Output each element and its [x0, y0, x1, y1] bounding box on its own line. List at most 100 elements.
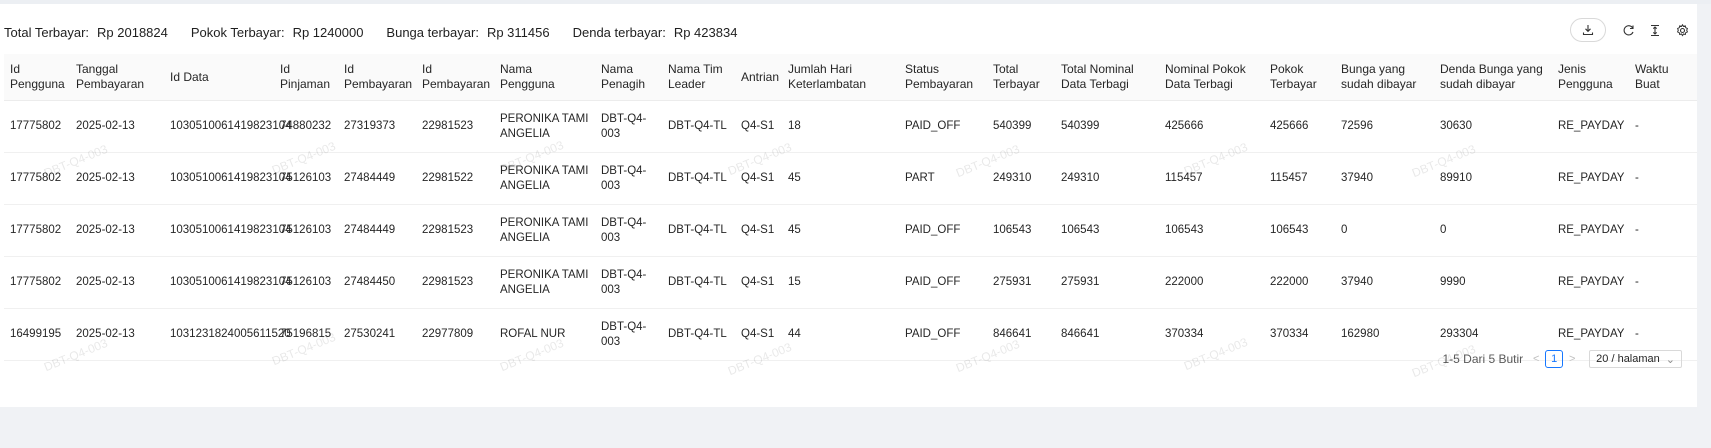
table-cell: PERONIKA TAMI ANGELIA	[494, 256, 595, 309]
table-cell: 37940	[1335, 256, 1434, 309]
column-header: Nominal Pokok Data Terbagi	[1159, 54, 1264, 101]
table-cell: 17775802	[4, 204, 70, 257]
table-cell: 370334	[1159, 308, 1264, 361]
table-cell: 2025-02-13	[70, 308, 164, 361]
table-cell: 0	[1335, 204, 1434, 257]
column-height-icon[interactable]	[1648, 23, 1662, 37]
table-cell: ROFAL NUR	[494, 308, 595, 361]
settings-icon[interactable]	[1675, 23, 1689, 37]
table-cell: 540399	[1055, 100, 1159, 153]
table-cell: 115457	[1264, 152, 1335, 205]
column-header: Antrian	[735, 54, 782, 101]
table-cell: 75126103	[274, 204, 338, 257]
table-cell: 249310	[987, 152, 1055, 205]
page-size-select[interactable]: 20 / halaman ⌄	[1589, 350, 1682, 368]
column-header: Id Data	[164, 54, 274, 101]
table-cell: 17775802	[4, 256, 70, 309]
table-cell: 106543	[987, 204, 1055, 257]
table-cell: DBT-Q4-TL	[662, 204, 735, 257]
table-cell: 222000	[1264, 256, 1335, 309]
table-cell: 22981522	[416, 152, 494, 205]
table-cell: 15	[782, 256, 899, 309]
pagination: 1-5 Dari 5 Butir < 1 > 20 / halaman ⌄	[1442, 348, 1682, 370]
table-cell: 275931	[987, 256, 1055, 309]
table-cell: 16499195	[4, 308, 70, 361]
table-cell: RE_PAYDAY	[1552, 204, 1629, 257]
table-cell: 370334	[1264, 308, 1335, 361]
table-cell: PAID_OFF	[899, 256, 987, 309]
table-cell: Q4-S1	[735, 204, 782, 257]
table-cell: 72596	[1335, 100, 1434, 153]
column-header: Nama Penagih	[595, 54, 662, 101]
table-cell: 75126103	[274, 256, 338, 309]
column-header: Denda Bunga yang sudah dibayar	[1434, 54, 1552, 101]
table-cell: 106543	[1264, 204, 1335, 257]
pagination-prev[interactable]: <	[1529, 353, 1543, 365]
table-cell: -	[1629, 100, 1697, 153]
table-cell: 37940	[1335, 152, 1434, 205]
column-header: Bunga yang sudah dibayar	[1335, 54, 1434, 101]
table-cell: 1030510061419823104	[164, 152, 292, 205]
table-cell: 106543	[1159, 204, 1264, 257]
table-cell: 27484450	[338, 256, 416, 309]
table-cell: 22981523	[416, 204, 494, 257]
table-cell: DBT-Q4-003	[595, 308, 662, 361]
summary-principal: Pokok Terbayar: Rp 1240000	[190, 24, 364, 40]
table-cell: 540399	[987, 100, 1055, 153]
table-cell: Q4-S1	[735, 256, 782, 309]
table-cell: PAID_OFF	[899, 100, 987, 153]
table-cell: 22977809	[416, 308, 494, 361]
pagination-page-1[interactable]: 1	[1545, 350, 1564, 368]
table-cell: 74880232	[274, 100, 338, 153]
table-cell: DBT-Q4-003	[595, 256, 662, 309]
download-button[interactable]	[1570, 18, 1606, 42]
table-cell: 89910	[1434, 152, 1552, 205]
pagination-next[interactable]: >	[1565, 353, 1579, 365]
table-cell: 17775802	[4, 152, 70, 205]
summary-interest: Bunga terbayar: Rp 311456	[386, 24, 550, 40]
table-cell: PERONIKA TAMI ANGELIA	[494, 204, 595, 257]
chevron-down-icon: ⌄	[1665, 353, 1675, 366]
table-cell: DBT-Q4-003	[595, 204, 662, 257]
table-cell: 30630	[1434, 100, 1552, 153]
table-cell: RE_PAYDAY	[1552, 152, 1629, 205]
table-cell: -	[1629, 204, 1697, 257]
column-header: Waktu Buat	[1629, 54, 1697, 101]
table-cell: Q4-S1	[735, 308, 782, 361]
column-header: Nama Tim Leader	[662, 54, 735, 101]
table-cell: 425666	[1159, 100, 1264, 153]
table-cell: Q4-S1	[735, 152, 782, 205]
column-header: Status Pembayaran	[899, 54, 987, 101]
table-cell: 9990	[1434, 256, 1552, 309]
table-toolbar	[1570, 18, 1689, 42]
table-cell: 1030510061419823104	[164, 204, 292, 257]
table-cell: 27484449	[338, 152, 416, 205]
table-cell: PAID_OFF	[899, 204, 987, 257]
column-header: Id Pinjaman	[274, 54, 338, 101]
table-cell: 115457	[1159, 152, 1264, 205]
pagination-total: 1-5 Dari 5 Butir	[1442, 352, 1524, 366]
table-cell: 17775802	[4, 100, 70, 153]
table-cell: 75196815	[274, 308, 338, 361]
column-header: Total Terbayar	[987, 54, 1055, 101]
column-header: Total Nominal Data Terbagi	[1055, 54, 1159, 101]
column-header: Tanggal Pembayaran	[70, 54, 164, 101]
table-cell: 2025-02-13	[70, 256, 164, 309]
table-cell: 846641	[1055, 308, 1159, 361]
column-header: Id Pengguna	[4, 54, 70, 101]
table-cell: 75126103	[274, 152, 338, 205]
column-header: Id Pembayaran	[338, 54, 416, 101]
table-cell: RE_PAYDAY	[1552, 256, 1629, 309]
table-header: Id Pengguna Tanggal Pembayaran Id Data Id P…	[4, 54, 1697, 101]
table-cell: DBT-Q4-TL	[662, 152, 735, 205]
table-row: 17775802 2025-02-13 1030510061419823104 751…	[4, 152, 1697, 205]
table-cell: 18	[782, 100, 899, 153]
column-header: Jenis Pengguna	[1552, 54, 1629, 101]
table-cell: -	[1629, 152, 1697, 205]
table-cell: 45	[782, 152, 899, 205]
reload-icon[interactable]	[1621, 23, 1635, 37]
table-cell: 0	[1434, 204, 1552, 257]
table-row: 17775802 2025-02-13 1030510061419823104 751…	[4, 204, 1697, 257]
table-cell: 846641	[987, 308, 1055, 361]
payment-table: Id Pengguna Tanggal Pembayaran Id Data Id P…	[4, 54, 1697, 361]
